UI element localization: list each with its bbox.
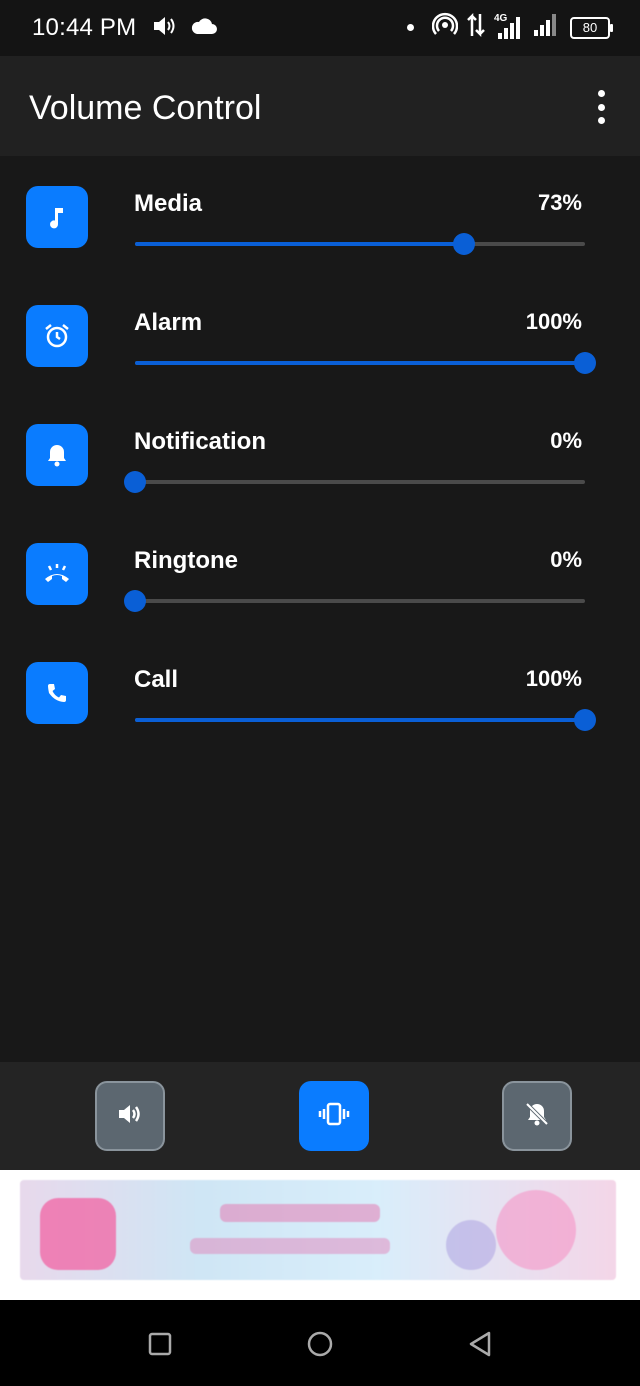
slider-thumb[interactable]	[124, 590, 146, 612]
bell-off-icon	[524, 1101, 550, 1132]
battery-icon: 80	[570, 16, 613, 39]
stream-value: 0%	[550, 428, 582, 453]
status-time: 10:44 PM	[32, 14, 137, 41]
alarm-volume-slider[interactable]	[135, 352, 596, 374]
page-title: Volume Control	[29, 89, 262, 127]
slider-fill	[135, 718, 585, 722]
slider-thumb[interactable]	[574, 709, 596, 731]
stream-label: Alarm	[134, 309, 203, 336]
signal-icon	[532, 12, 562, 43]
vibrate-mode-button[interactable]	[299, 1081, 369, 1151]
ad-banner[interactable]	[20, 1180, 616, 1280]
signal-4g-icon: 4G	[494, 13, 524, 41]
sound-mode-button[interactable]	[95, 1081, 165, 1151]
battery-level: 80	[582, 20, 598, 35]
ringing-phone-icon	[26, 543, 88, 605]
cloud-icon	[190, 16, 218, 41]
slider-thumb[interactable]	[452, 233, 475, 255]
ad-text-blurred	[220, 1204, 380, 1222]
ad-logo	[40, 1198, 116, 1270]
more-vert-icon[interactable]	[586, 90, 616, 124]
stream-value: 100%	[525, 309, 582, 334]
recents-square-icon[interactable]	[142, 1326, 178, 1362]
stream-value: 0%	[550, 547, 582, 572]
ad-graphic	[446, 1220, 496, 1270]
media-volume-slider[interactable]	[135, 233, 585, 255]
alarm-clock-icon	[26, 305, 88, 367]
home-circle-icon[interactable]	[302, 1326, 338, 1362]
speaker-icon	[116, 1102, 144, 1131]
vibrate-icon	[318, 1101, 350, 1132]
ringer-mode-bar	[0, 1062, 640, 1170]
stream-label: Call	[134, 666, 179, 693]
app-bar: Volume Control	[0, 56, 640, 156]
data-transfer-icon	[466, 12, 486, 43]
slider-fill	[135, 361, 585, 365]
slider-thumb[interactable]	[574, 352, 596, 374]
stream-label: Media	[134, 190, 203, 217]
hotspot-icon	[431, 12, 459, 43]
stream-label: Notification	[134, 428, 266, 455]
volume-row-media: Media 73%	[0, 186, 640, 296]
stream-label: Ringtone	[134, 547, 238, 574]
ringtone-volume-slider[interactable]	[124, 590, 585, 612]
status-bar: 10:44 PM 4G 80	[0, 0, 640, 56]
notification-volume-slider[interactable]	[124, 471, 585, 493]
slider-thumb[interactable]	[124, 471, 146, 493]
stream-value: 100%	[525, 666, 582, 691]
ad-text-blurred	[190, 1238, 390, 1254]
ad-area	[0, 1170, 640, 1300]
volume-row-call: Call 100%	[0, 662, 640, 772]
volume-row-alarm: Alarm 100%	[0, 305, 640, 415]
notification-dot-icon	[407, 24, 414, 31]
volume-row-ringtone: Ringtone 0%	[0, 543, 640, 653]
silent-mode-button[interactable]	[502, 1081, 572, 1151]
ad-graphic	[496, 1190, 576, 1270]
volume-row-notification: Notification 0%	[0, 424, 640, 534]
stream-value: 73%	[537, 190, 582, 215]
music-note-icon	[26, 186, 88, 248]
back-triangle-icon[interactable]	[462, 1326, 498, 1362]
call-volume-slider[interactable]	[135, 709, 596, 731]
status-left-icons	[152, 14, 218, 43]
system-nav-bar	[0, 1300, 640, 1386]
phone-icon	[26, 662, 88, 724]
slider-fill	[135, 242, 464, 246]
volume-icon	[152, 14, 178, 43]
bell-icon	[26, 424, 88, 486]
status-right-icons: 4G 80	[407, 12, 613, 43]
